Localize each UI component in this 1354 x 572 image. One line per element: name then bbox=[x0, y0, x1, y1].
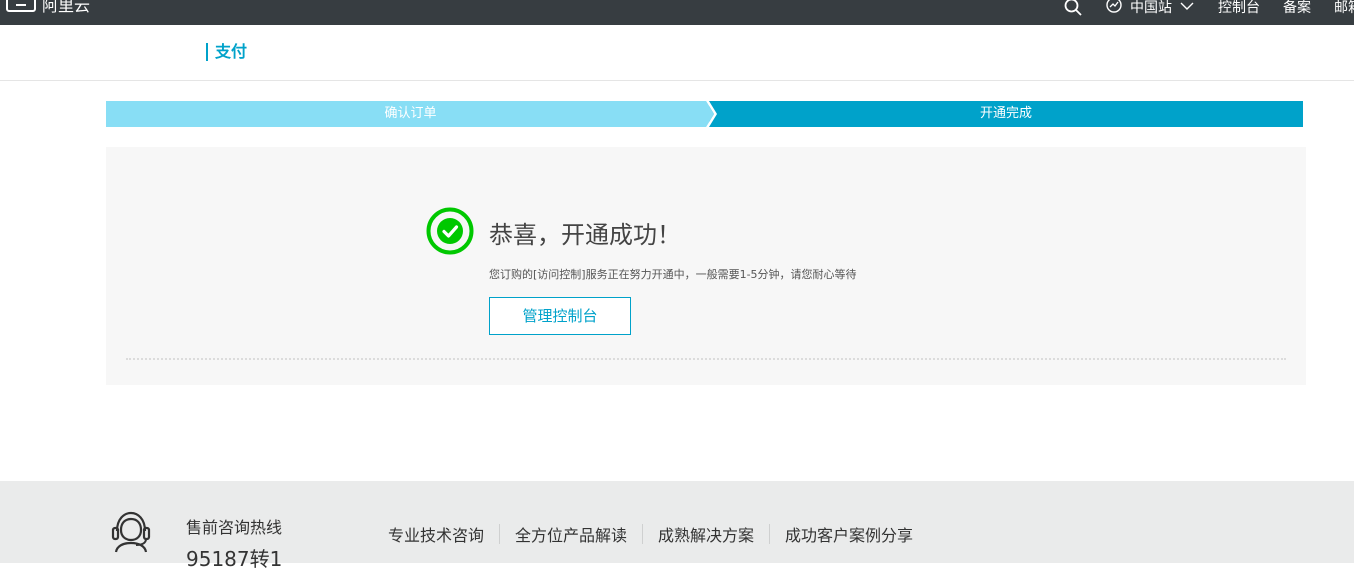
nav-link-beian[interactable]: 备案 bbox=[1283, 0, 1311, 17]
globe-icon bbox=[1106, 0, 1122, 17]
footer-link-solutions[interactable]: 成熟解决方案 bbox=[658, 522, 754, 546]
success-title: 恭喜，开通成功！ bbox=[489, 221, 681, 249]
chevron-down-icon bbox=[1180, 0, 1194, 15]
logo-icon bbox=[6, 0, 36, 12]
order-steps: 确认订单 开通完成 bbox=[106, 101, 1303, 127]
region-selector[interactable]: 中国站 bbox=[1106, 0, 1194, 17]
step-activation-complete: 开通完成 bbox=[709, 101, 1303, 127]
footer-link-product-guide[interactable]: 全方位产品解读 bbox=[515, 522, 627, 546]
manage-console-button[interactable]: 管理控制台 bbox=[489, 297, 631, 335]
aliyun-logo[interactable]: 阿里云 bbox=[6, 0, 90, 15]
footer-links: 专业技术咨询 全方位产品解读 成熟解决方案 成功客户案例分享 bbox=[388, 522, 913, 546]
region-label: 中国站 bbox=[1130, 0, 1172, 16]
page-title: 支付 bbox=[206, 43, 247, 61]
footer: 售前咨询热线 95187转1 专业技术咨询 全方位产品解读 成熟解决方案 成功客… bbox=[0, 481, 1354, 571]
footer-separator bbox=[499, 524, 501, 544]
success-description: 您订购的[访问控制]服务正在努力开通中，一般需要1-5分钟，请您耐心等待 bbox=[489, 268, 857, 281]
footer-link-tech-consult[interactable]: 专业技术咨询 bbox=[388, 522, 484, 546]
step-confirm-order: 确认订单 bbox=[106, 101, 715, 127]
footer-separator bbox=[642, 524, 644, 544]
headset-icon bbox=[111, 511, 151, 553]
footer-link-customer-cases[interactable]: 成功客户案例分享 bbox=[785, 522, 913, 546]
top-navigation-bar: 阿里云 中国站 控制台 备案 邮箱 bbox=[0, 0, 1354, 25]
hotline-label: 售前咨询热线 bbox=[186, 518, 283, 537]
step-arrow-icon bbox=[706, 101, 717, 127]
page-header: 支付 bbox=[0, 25, 1354, 81]
divider bbox=[126, 358, 1286, 360]
hotline-number: 95187转1 bbox=[186, 547, 283, 571]
top-nav-right: 中国站 控制台 备案 邮箱 bbox=[1064, 0, 1354, 18]
footer-separator bbox=[769, 524, 771, 544]
result-panel: 恭喜，开通成功！ 您订购的[访问控制]服务正在努力开通中，一般需要1-5分钟，请… bbox=[106, 147, 1306, 385]
nav-link-mail[interactable]: 邮箱 bbox=[1334, 0, 1354, 17]
search-icon[interactable] bbox=[1064, 0, 1082, 16]
success-check-icon bbox=[426, 207, 474, 255]
nav-link-console[interactable]: 控制台 bbox=[1218, 0, 1260, 17]
logo-text: 阿里云 bbox=[42, 0, 91, 15]
